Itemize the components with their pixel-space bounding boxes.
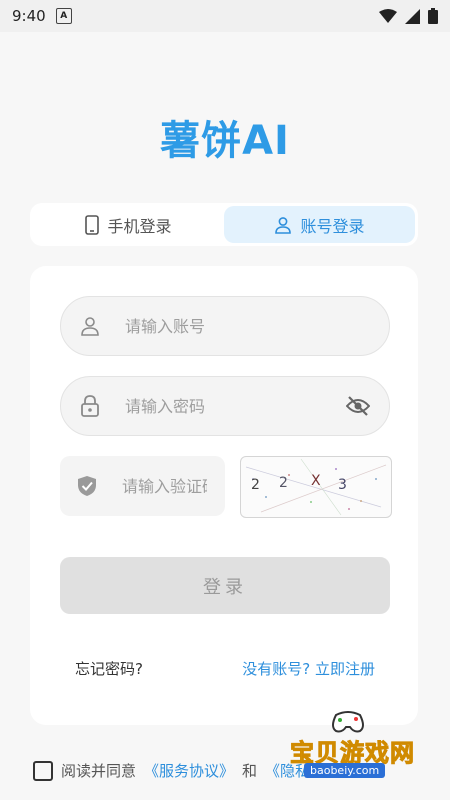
password-input[interactable] — [123, 395, 345, 417]
user-icon — [275, 216, 292, 234]
watermark-url: baobeiy.com — [304, 763, 386, 778]
tab-account-login[interactable]: 账号登录 — [224, 206, 415, 243]
password-field — [60, 376, 390, 436]
user-icon — [79, 315, 101, 337]
eye-off-icon[interactable] — [345, 395, 371, 417]
app-title: 薯饼AI — [160, 118, 290, 164]
battery-icon — [428, 8, 438, 24]
captcha-char: 2 — [251, 477, 260, 493]
captcha-input[interactable] — [120, 475, 209, 497]
shield-check-icon — [76, 475, 98, 497]
agree-prefix: 阅读并同意 — [61, 762, 137, 780]
signal-icon — [405, 8, 420, 24]
captcha-char: 3 — [338, 477, 347, 493]
captcha-field — [60, 456, 225, 516]
captcha-char: 2 — [279, 475, 288, 491]
lock-icon — [79, 395, 101, 417]
account-field — [60, 296, 390, 356]
agree-and: 和 — [242, 762, 258, 780]
captcha-image[interactable]: 2 2 X 3 — [240, 456, 392, 518]
gamepad-icon — [332, 711, 364, 733]
tab-phone-label: 手机登录 — [107, 216, 172, 236]
login-card: 2 2 X 3 登录 忘记密码? 没有账号? 立即注册 — [30, 266, 418, 725]
terms-link[interactable]: 《服务协议》 — [144, 760, 234, 781]
status-time: 9:40 — [12, 7, 46, 25]
notification-icon: A — [55, 8, 72, 24]
login-tabs: 手机登录 账号登录 — [30, 203, 418, 246]
agree-checkbox[interactable] — [33, 760, 53, 781]
captcha-char: X — [311, 473, 321, 489]
register-link[interactable]: 没有账号? 立即注册 — [242, 658, 375, 679]
watermark-logo: 宝贝游戏网 baobeiy.com — [290, 705, 430, 790]
account-input[interactable] — [123, 315, 371, 337]
status-bar: 9:40 A — [0, 0, 450, 32]
tab-phone-login[interactable]: 手机登录 — [33, 206, 224, 243]
login-button[interactable]: 登录 — [60, 557, 390, 614]
tab-account-label: 账号登录 — [300, 216, 365, 236]
forgot-password-link[interactable]: 忘记密码? — [75, 658, 143, 679]
phone-icon — [85, 214, 100, 235]
wifi-icon — [379, 9, 397, 23]
